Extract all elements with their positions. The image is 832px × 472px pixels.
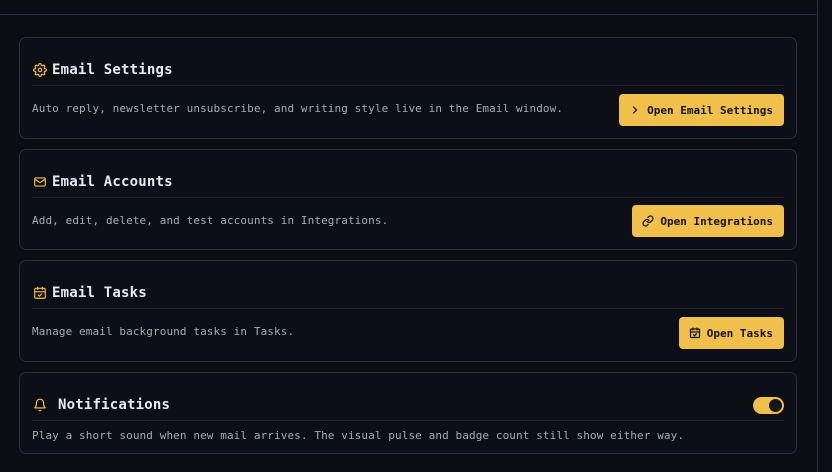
open-integrations-label: Open Integrations bbox=[660, 214, 773, 228]
email-accounts-header: Email Accounts bbox=[32, 150, 784, 198]
email-settings-card: Email Settings Auto reply, newsletter un… bbox=[19, 37, 797, 139]
notifications-title: Notifications bbox=[58, 396, 171, 413]
email-settings-title: Email Settings bbox=[52, 61, 173, 78]
notifications-card: Notifications Play a short sound when ne… bbox=[19, 372, 797, 454]
email-tasks-title: Email Tasks bbox=[52, 284, 147, 301]
email-settings-header: Email Settings bbox=[32, 38, 784, 86]
scrollbar-track[interactable] bbox=[817, 0, 832, 472]
email-tasks-description: Manage email background tasks in Tasks. bbox=[32, 325, 295, 338]
email-settings-description: Auto reply, newsletter unsubscribe, and … bbox=[32, 102, 564, 115]
toggle-knob bbox=[769, 399, 782, 412]
notifications-description: Play a short sound when new mail arrives… bbox=[32, 429, 685, 442]
email-accounts-title: Email Accounts bbox=[52, 173, 173, 190]
chevron-right-icon bbox=[633, 106, 638, 114]
calendar-check-icon bbox=[32, 285, 48, 301]
open-integrations-button[interactable]: Open Integrations bbox=[632, 205, 784, 237]
calendar-check-icon bbox=[689, 327, 700, 339]
top-divider bbox=[0, 0, 817, 15]
email-tasks-header: Email Tasks bbox=[32, 261, 784, 309]
notifications-sound-toggle[interactable] bbox=[753, 397, 784, 414]
open-tasks-button[interactable]: Open Tasks bbox=[678, 317, 784, 349]
gear-icon bbox=[32, 62, 48, 78]
mail-icon bbox=[32, 174, 48, 190]
link-icon bbox=[642, 215, 654, 227]
notifications-header: Notifications bbox=[32, 373, 784, 421]
email-accounts-description: Add, edit, delete, and test accounts in … bbox=[32, 214, 389, 227]
open-email-settings-label: Open Email Settings bbox=[647, 103, 773, 117]
email-tasks-card: Email Tasks Manage email background task… bbox=[19, 260, 797, 362]
email-accounts-card: Email Accounts Add, edit, delete, and te… bbox=[19, 149, 797, 250]
open-tasks-label: Open Tasks bbox=[706, 326, 773, 340]
open-email-settings-button[interactable]: Open Email Settings bbox=[619, 94, 784, 126]
bell-icon bbox=[32, 397, 48, 413]
